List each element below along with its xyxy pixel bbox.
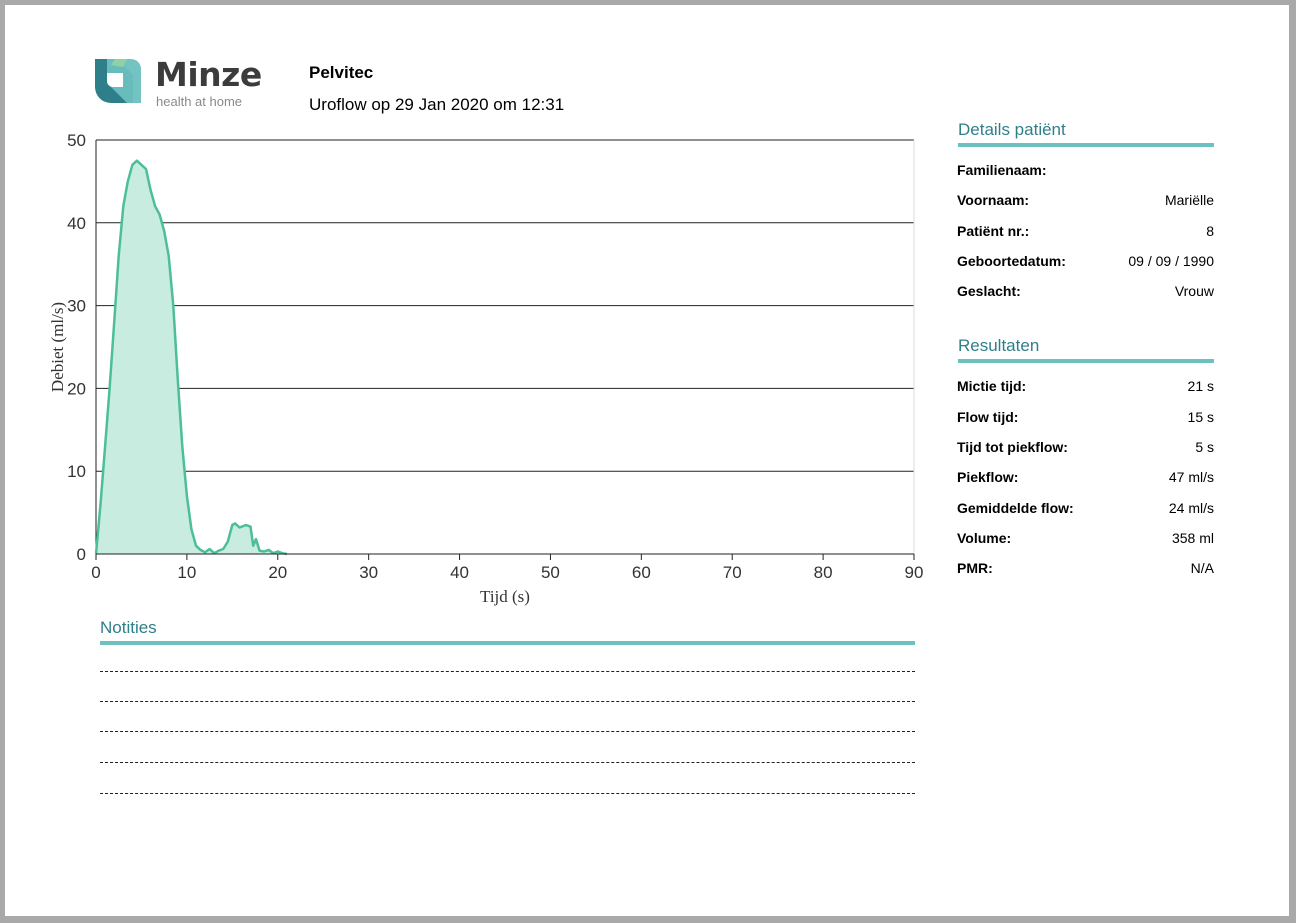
- result-value: 47 ml/s: [1168, 469, 1214, 485]
- result-label: Tijd tot piekflow:: [957, 439, 1068, 455]
- results-title: Resultaten: [958, 336, 1040, 355]
- y-tick-label: 30: [67, 297, 86, 316]
- patient-label: Geslacht:: [957, 283, 1021, 299]
- y-tick-label: 40: [67, 214, 86, 233]
- result-label: Mictie tijd:: [957, 378, 1027, 394]
- y-tick-label: 50: [67, 131, 86, 150]
- result-row-volume: Volume: 358 ml: [957, 530, 1214, 550]
- notes-line: [100, 793, 915, 794]
- y-tick-label: 10: [67, 462, 86, 481]
- patient-row-number: Patiënt nr.: 8: [957, 223, 1214, 243]
- result-value: 15 s: [1187, 409, 1214, 425]
- result-label: Volume:: [957, 530, 1012, 546]
- x-tick-label: 80: [814, 563, 833, 582]
- result-value: N/A: [1190, 560, 1214, 576]
- patient-label: Geboortedatum:: [957, 253, 1066, 269]
- report-subtitle: Uroflow op 29 Jan 2020 om 12:31: [309, 95, 565, 114]
- x-tick-label: 70: [723, 563, 742, 582]
- patient-row-surname: Familienaam:: [957, 162, 1214, 182]
- x-tick-label: 10: [177, 563, 196, 582]
- x-tick-label: 40: [450, 563, 469, 582]
- x-tick-label: 30: [359, 563, 378, 582]
- x-tick-label: 0: [91, 563, 100, 582]
- notes-line: [100, 671, 915, 672]
- result-label: PMR:: [957, 560, 993, 576]
- y-tick-label: 0: [77, 545, 86, 564]
- patient-row-gender: Geslacht: Vrouw: [957, 283, 1214, 303]
- patient-row-birthdate: Geboortedatum: 09 / 09 / 1990: [957, 253, 1214, 273]
- result-value: 21 s: [1187, 378, 1214, 394]
- result-value: 5 s: [1195, 439, 1214, 455]
- flow-area: [96, 160, 287, 554]
- minze-logo: Minze health at home: [93, 55, 283, 111]
- result-row-peak-flow: Piekflow: 47 ml/s: [957, 469, 1214, 489]
- x-tick-label: 90: [905, 563, 924, 582]
- notes-title: Notities: [100, 618, 157, 637]
- x-tick-label: 20: [268, 563, 287, 582]
- patient-value: 8: [1206, 223, 1214, 239]
- result-value: 358 ml: [1171, 530, 1214, 546]
- notes-line: [100, 762, 915, 763]
- x-tick-label: 60: [632, 563, 651, 582]
- report-page: Minze health at home Pelvitec Uroflow op…: [5, 5, 1289, 916]
- patient-details-rule: [958, 143, 1214, 147]
- y-tick-label: 20: [67, 379, 86, 398]
- patient-value: Vrouw: [1174, 283, 1214, 299]
- result-label: Gemiddelde flow:: [957, 500, 1074, 516]
- notes-line: [100, 701, 915, 702]
- y-axis-label: Debiet (ml/s): [48, 302, 67, 392]
- patient-label: Patiënt nr.:: [957, 223, 1030, 239]
- result-row-average-flow: Gemiddelde flow: 24 ml/s: [957, 500, 1214, 520]
- x-axis-label: Tijd (s): [480, 587, 530, 606]
- logo-tagline: health at home: [156, 94, 243, 109]
- patient-details-title: Details patiënt: [958, 120, 1066, 139]
- notes-line: [100, 731, 915, 732]
- uroflow-chart: 0 10 20 30 40 50 0 10 20 30 40 50 60 70 80 90 Tijd (s) De…: [48, 131, 924, 606]
- result-label: Flow tijd:: [957, 409, 1019, 425]
- clinic-name: Pelvitec: [309, 63, 374, 82]
- patient-value: 09 / 09 / 1990: [1128, 253, 1214, 269]
- notes-rule: [100, 641, 915, 645]
- result-row-time-to-peak: Tijd tot piekflow: 5 s: [957, 439, 1214, 459]
- x-tick-label: 50: [541, 563, 560, 582]
- result-label: Piekflow:: [957, 469, 1019, 485]
- result-row-voiding-time: Mictie tijd: 21 s: [957, 378, 1214, 398]
- minze-leaf-icon: [95, 59, 141, 103]
- logo-wordmark: Minze: [155, 55, 262, 94]
- patient-value: Mariëlle: [1164, 192, 1214, 208]
- result-row-pmr: PMR: N/A: [957, 560, 1214, 580]
- results-rule: [958, 359, 1214, 363]
- result-row-flow-time: Flow tijd: 15 s: [957, 409, 1214, 429]
- patient-row-firstname: Voornaam: Mariëlle: [957, 192, 1214, 212]
- patient-label: Familienaam:: [957, 162, 1047, 178]
- patient-label: Voornaam:: [957, 192, 1030, 208]
- result-value: 24 ml/s: [1168, 500, 1214, 516]
